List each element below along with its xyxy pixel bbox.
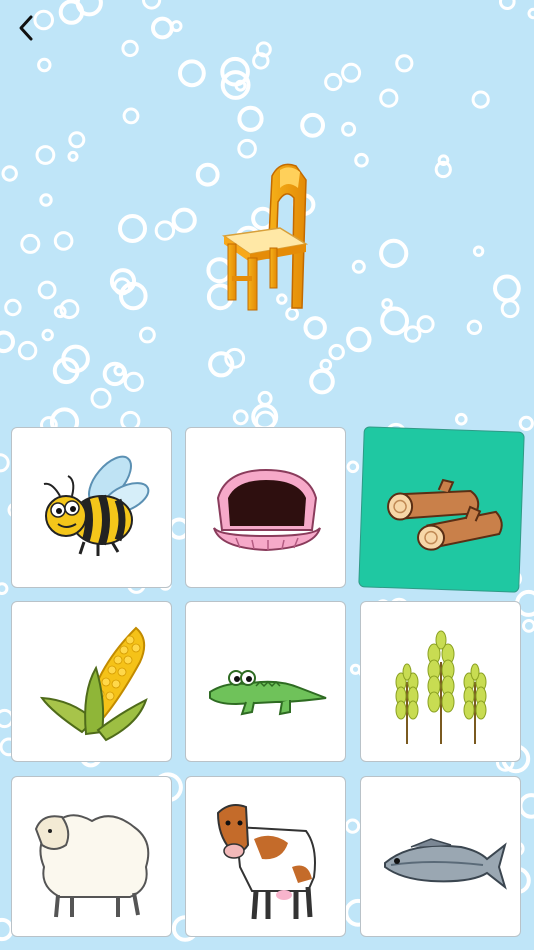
- option-card[interactable]: [358, 426, 525, 593]
- crocodile-image: [208, 669, 326, 715]
- sheep-image: [34, 813, 149, 917]
- wheat-image: [395, 630, 486, 744]
- option-card[interactable]: [185, 427, 346, 588]
- fish-image: [383, 837, 507, 890]
- option-card[interactable]: [360, 776, 521, 937]
- corn-image: [39, 626, 148, 741]
- bee-image: [43, 455, 149, 556]
- option-card[interactable]: [360, 601, 521, 762]
- clam-shell-image: [212, 468, 321, 551]
- option-card[interactable]: [11, 776, 172, 937]
- wood-logs-image: [386, 478, 503, 551]
- option-card[interactable]: [11, 427, 172, 588]
- option-card[interactable]: [185, 601, 346, 762]
- option-card[interactable]: [185, 776, 346, 937]
- cow-image: [216, 803, 316, 919]
- option-card[interactable]: [11, 601, 172, 762]
- answer-grid: [0, 0, 534, 950]
